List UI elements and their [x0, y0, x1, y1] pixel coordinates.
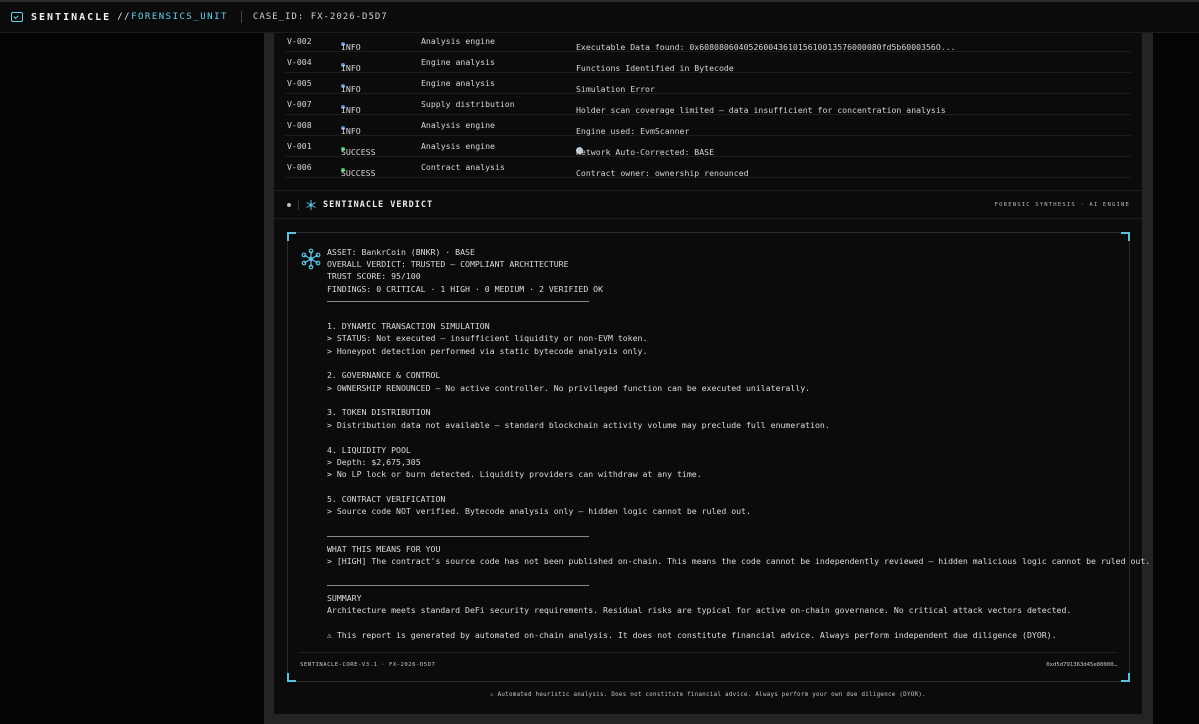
section-line: > Distribution data not available — stan… — [327, 420, 830, 430]
divider — [327, 536, 589, 537]
finding-source: Analysis engine — [421, 141, 495, 151]
finding-id: V-007 — [287, 99, 312, 109]
divider — [298, 200, 299, 210]
verdict-tag: FORENSIC SYNTHESIS · AI ENGINE — [994, 202, 1130, 208]
finding-id: V-005 — [287, 78, 312, 88]
corner-accent — [287, 232, 296, 241]
section-title: 3. TOKEN DISTRIBUTION — [327, 407, 431, 417]
finding-source: Supply distribution — [421, 99, 515, 109]
corner-accent — [287, 673, 296, 682]
table-row[interactable]: V-008 INFO Analysis engine Engine used: Evm… — [285, 114, 1131, 136]
engine-version: SENTINACLE-CORE-V3.1 · FX-2026-D5D7 — [300, 662, 436, 668]
report-trust-score: TRUST SCORE: 95/100 — [327, 271, 421, 281]
divider — [327, 585, 589, 586]
network-icon — [306, 200, 316, 210]
section-line: > STATUS: Not executed — insufficient li… — [327, 333, 648, 343]
table-row[interactable]: V-004 INFO Engine analysis Functions Identi… — [285, 51, 1131, 73]
table-row[interactable]: V-007 INFO Supply distribution Holder scan … — [285, 93, 1131, 115]
section-line: Architecture meets standard DeFi securit… — [327, 605, 1072, 615]
section-line: > Honeypot detection performed via stati… — [327, 346, 648, 356]
case-id: CASE_ID: FX-2026-D5D7 — [252, 12, 388, 22]
top-bar: SENTINACLE //FORENSICS_UNIT CASE_ID: FX-… — [0, 0, 1199, 33]
section-line: > OWNERSHIP RENOUNCED — No active contro… — [327, 383, 811, 393]
table-row[interactable]: V-006 SUCCESS Contract analysis Contract ow… — [285, 156, 1131, 178]
brand-subtitle: //FORENSICS_UNIT — [117, 12, 228, 22]
left-background — [0, 33, 264, 724]
section-line: > Depth: $2,675,305 — [327, 457, 421, 467]
corner-accent — [1121, 232, 1130, 241]
finding-id: V-004 — [287, 57, 312, 67]
status-dot — [287, 203, 291, 207]
finding-source: Engine analysis — [421, 78, 495, 88]
corner-accent — [1121, 673, 1130, 682]
section-title: 5. CONTRACT VERIFICATION — [327, 494, 446, 504]
finding-source: Analysis engine — [421, 36, 495, 46]
finding-id: V-006 — [287, 162, 312, 172]
report-overall-verdict: OVERALL VERDICT: TRUSTED — COMPLIANT ARC… — [327, 259, 569, 269]
finding-id: V-001 — [287, 141, 312, 151]
terminal-icon — [11, 12, 23, 22]
finding-source: Engine analysis — [421, 57, 495, 67]
divider — [240, 11, 242, 23]
section-title: SUMMARY — [327, 593, 362, 603]
section-title: WHAT THIS MEANS FOR YOU — [327, 544, 441, 554]
section-title: 4. LIQUIDITY POOL — [327, 445, 411, 455]
section-line: > Source code NOT verified. Bytecode ana… — [327, 506, 751, 516]
section-line: > [HIGH] The contract's source code has … — [327, 556, 1151, 566]
report-warning: ⚠ This report is generated by automated … — [327, 630, 1057, 640]
molecule-icon — [301, 248, 321, 270]
verdict-header[interactable]: SENTINACLE VERDICT FORENSIC SYNTHESIS · … — [274, 190, 1142, 219]
disclaimer: ⚠ Automated heuristic analysis. Does not… — [490, 692, 926, 698]
table-row[interactable]: V-002 INFO Analysis engine Executable Data … — [285, 30, 1131, 52]
verdict-report-card: ASSET: BankrCoin (BNKR) · BASE OVERALL V… — [287, 232, 1150, 682]
table-row[interactable]: V-001 SUCCESS Analysis engine Network Auto-… — [285, 135, 1131, 157]
brand-name: SENTINACLE — [31, 11, 112, 23]
verdict-title: SENTINACLE VERDICT — [323, 200, 434, 210]
finding-id: V-008 — [287, 120, 312, 130]
section-line: > No LP lock or burn detected. Liquidity… — [327, 469, 702, 479]
table-row[interactable]: V-005 INFO Engine analysis Simulation Error — [285, 72, 1131, 94]
finding-source: Contract analysis — [421, 162, 505, 172]
report-findings-summary: FINDINGS: 0 CRITICAL · 1 HIGH · 0 MEDIUM… — [327, 284, 604, 294]
finding-source: Analysis engine — [421, 120, 495, 130]
report-asset: ASSET: BankrCoin (BNKR) · BASE — [327, 247, 475, 257]
section-title: 2. GOVERNANCE & CONTROL — [327, 370, 441, 380]
divider — [300, 652, 1117, 653]
divider — [327, 301, 589, 302]
report-hash[interactable]: 0xd5d791363d45e80000… — [1046, 662, 1117, 668]
finding-id: V-002 — [287, 36, 312, 46]
section-title: 1. DYNAMIC TRANSACTION SIMULATION — [327, 321, 490, 331]
